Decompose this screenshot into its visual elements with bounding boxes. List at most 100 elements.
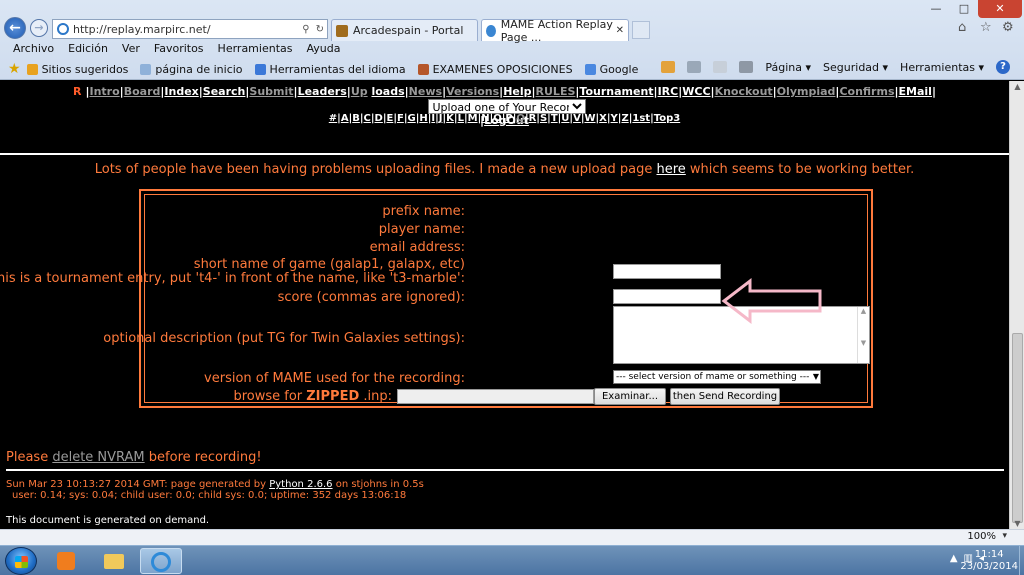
refresh-icon[interactable]: ↻ <box>313 24 327 35</box>
nav-help[interactable]: Help <box>503 85 531 98</box>
address-url[interactable]: http://replay.marpirc.net/ <box>73 23 299 36</box>
nav-submit[interactable]: Submit <box>249 85 293 98</box>
taskbar-media-player[interactable] <box>46 548 86 574</box>
nav-irc[interactable]: IRC <box>658 85 679 98</box>
nav-loads[interactable]: loads <box>371 85 404 98</box>
address-bar[interactable]: http://replay.marpirc.net/ ⚲ ↻ <box>52 19 328 39</box>
scrollbar-thumb[interactable] <box>1012 333 1023 523</box>
fav-pagina-de-inicio[interactable]: página de inicio <box>140 63 243 76</box>
alpha-u[interactable]: U <box>561 113 569 124</box>
nav-board[interactable]: Board <box>124 85 161 98</box>
favorites-star-icon[interactable]: ★ <box>8 61 21 77</box>
nav-intro[interactable]: Intro <box>90 85 120 98</box>
scroll-down-icon[interactable]: ▼ <box>1010 519 1024 528</box>
alpha-p[interactable]: P <box>505 113 512 124</box>
score-input[interactable] <box>613 289 721 304</box>
file-path-input[interactable] <box>397 389 594 404</box>
alpha-g[interactable]: G <box>407 113 415 124</box>
forward-button[interactable]: → <box>30 19 48 37</box>
send-recording-button[interactable]: then Send Recording <box>670 388 780 405</box>
favorites-star-icon[interactable]: ☆ <box>980 21 994 35</box>
upload-recordings-select[interactable]: Upload one of Your Recordings <box>427 99 586 114</box>
alpha-top3[interactable]: Top3 <box>654 113 680 124</box>
alpha-o[interactable]: O <box>493 113 502 124</box>
close-window-button[interactable]: ✕ <box>978 0 1022 18</box>
nav-wcc[interactable]: WCC <box>682 85 710 98</box>
menu-herramientas[interactable]: Herramientas <box>218 42 293 58</box>
nav-versions[interactable]: Versions <box>446 85 499 98</box>
tab-mame-action-replay[interactable]: MAME Action Replay Page ... ✕ <box>481 18 629 44</box>
nav-knockout[interactable]: Knockout <box>715 85 773 98</box>
nav-olympiad[interactable]: Olympiad <box>777 85 836 98</box>
menu-edicion[interactable]: Edición <box>68 42 108 58</box>
pagina-menu[interactable]: Página ▾ <box>765 61 811 74</box>
alpha-a[interactable]: A <box>341 113 349 124</box>
menu-favoritos[interactable]: Favoritos <box>154 42 204 58</box>
scroll-up-icon[interactable]: ▲ <box>1010 82 1024 91</box>
gear-icon[interactable]: ⚙ <box>1002 21 1016 35</box>
alpha-q[interactable]: Q <box>516 113 525 124</box>
browse-file-button[interactable]: Examinar... <box>594 388 666 405</box>
alpha-s[interactable]: S <box>540 113 547 124</box>
nav-rules[interactable]: RULES <box>536 85 576 98</box>
alpha-n[interactable]: N <box>481 113 489 124</box>
alpha-z[interactable]: Z <box>621 113 628 124</box>
alpha-f[interactable]: F <box>397 113 404 124</box>
alpha-h[interactable]: H <box>419 113 427 124</box>
rss-feed-icon[interactable] <box>687 61 702 73</box>
taskbar-clock[interactable]: 11:14 23/03/2014 <box>960 549 1018 573</box>
alpha-t[interactable]: T <box>551 113 558 124</box>
nav-up[interactable]: Up <box>351 85 368 98</box>
alpha-hash[interactable]: # <box>329 113 337 124</box>
new-tab-button[interactable] <box>632 21 650 39</box>
fav-examenes-oposiciones[interactable]: EXAMENES OPOSICIONES <box>417 63 573 76</box>
show-desktop-button[interactable] <box>1019 546 1024 575</box>
mail-icon[interactable] <box>713 61 728 73</box>
nav-news[interactable]: News <box>409 85 442 98</box>
alpha-r[interactable]: R <box>529 113 537 124</box>
nav-tournament[interactable]: Tournament <box>579 85 653 98</box>
search-icon[interactable]: ⚲ <box>299 24 312 35</box>
menu-ver[interactable]: Ver <box>122 42 140 58</box>
print-icon[interactable] <box>739 61 754 73</box>
nav-index[interactable]: Index <box>164 85 198 98</box>
fav-sitios-sugeridos[interactable]: Sitios sugeridos <box>26 63 128 76</box>
alpha-1st[interactable]: 1st <box>632 113 650 124</box>
zoom-level[interactable]: 100% <box>967 531 996 542</box>
minimize-button[interactable]: — <box>922 0 950 18</box>
alpha-b[interactable]: B <box>352 113 360 124</box>
home-icon[interactable]: ⌂ <box>958 21 972 35</box>
delete-nvram-link[interactable]: delete NVRAM <box>52 450 144 465</box>
taskbar-file-explorer[interactable] <box>94 548 134 574</box>
alpha-v[interactable]: V <box>573 113 581 124</box>
alpha-m[interactable]: M <box>468 113 478 124</box>
nav-leaders[interactable]: Leaders <box>298 85 347 98</box>
herramientas-menu[interactable]: Herramientas ▾ <box>900 61 984 74</box>
alpha-d[interactable]: D <box>375 113 383 124</box>
fav-herramientas-idioma[interactable]: Herramientas del idioma <box>254 63 406 76</box>
short-name-input[interactable] <box>613 264 721 279</box>
new-upload-page-link[interactable]: here <box>656 162 685 177</box>
seguridad-menu[interactable]: Seguridad ▾ <box>823 61 888 74</box>
nav-confirms[interactable]: Confirms <box>839 85 894 98</box>
help-icon[interactable]: ? <box>996 60 1010 74</box>
back-button[interactable]: ← <box>4 17 26 39</box>
nav-email[interactable]: EMail <box>899 85 932 98</box>
alpha-i[interactable]: I <box>431 113 435 124</box>
nav-search[interactable]: Search <box>203 85 246 98</box>
mame-version-select[interactable]: --- select version of mame or something … <box>613 370 821 384</box>
home-icon[interactable] <box>661 61 676 73</box>
alpha-j[interactable]: J <box>439 113 443 124</box>
start-button[interactable] <box>5 547 37 575</box>
python-link[interactable]: Python 2.6.6 <box>269 479 332 490</box>
textarea-scrollbar[interactable]: ▲ ▼ <box>857 307 869 363</box>
chevron-down-icon[interactable]: ▾ <box>1002 531 1007 541</box>
maximize-button[interactable]: □ <box>950 0 978 18</box>
alpha-y[interactable]: Y <box>611 113 618 124</box>
alpha-c[interactable]: C <box>364 113 371 124</box>
alpha-e[interactable]: E <box>386 113 393 124</box>
alpha-w[interactable]: W <box>584 113 595 124</box>
alpha-k[interactable]: K <box>446 113 454 124</box>
menu-ayuda[interactable]: Ayuda <box>306 42 340 58</box>
tray-arrow-icon[interactable]: ▲ <box>950 553 958 564</box>
